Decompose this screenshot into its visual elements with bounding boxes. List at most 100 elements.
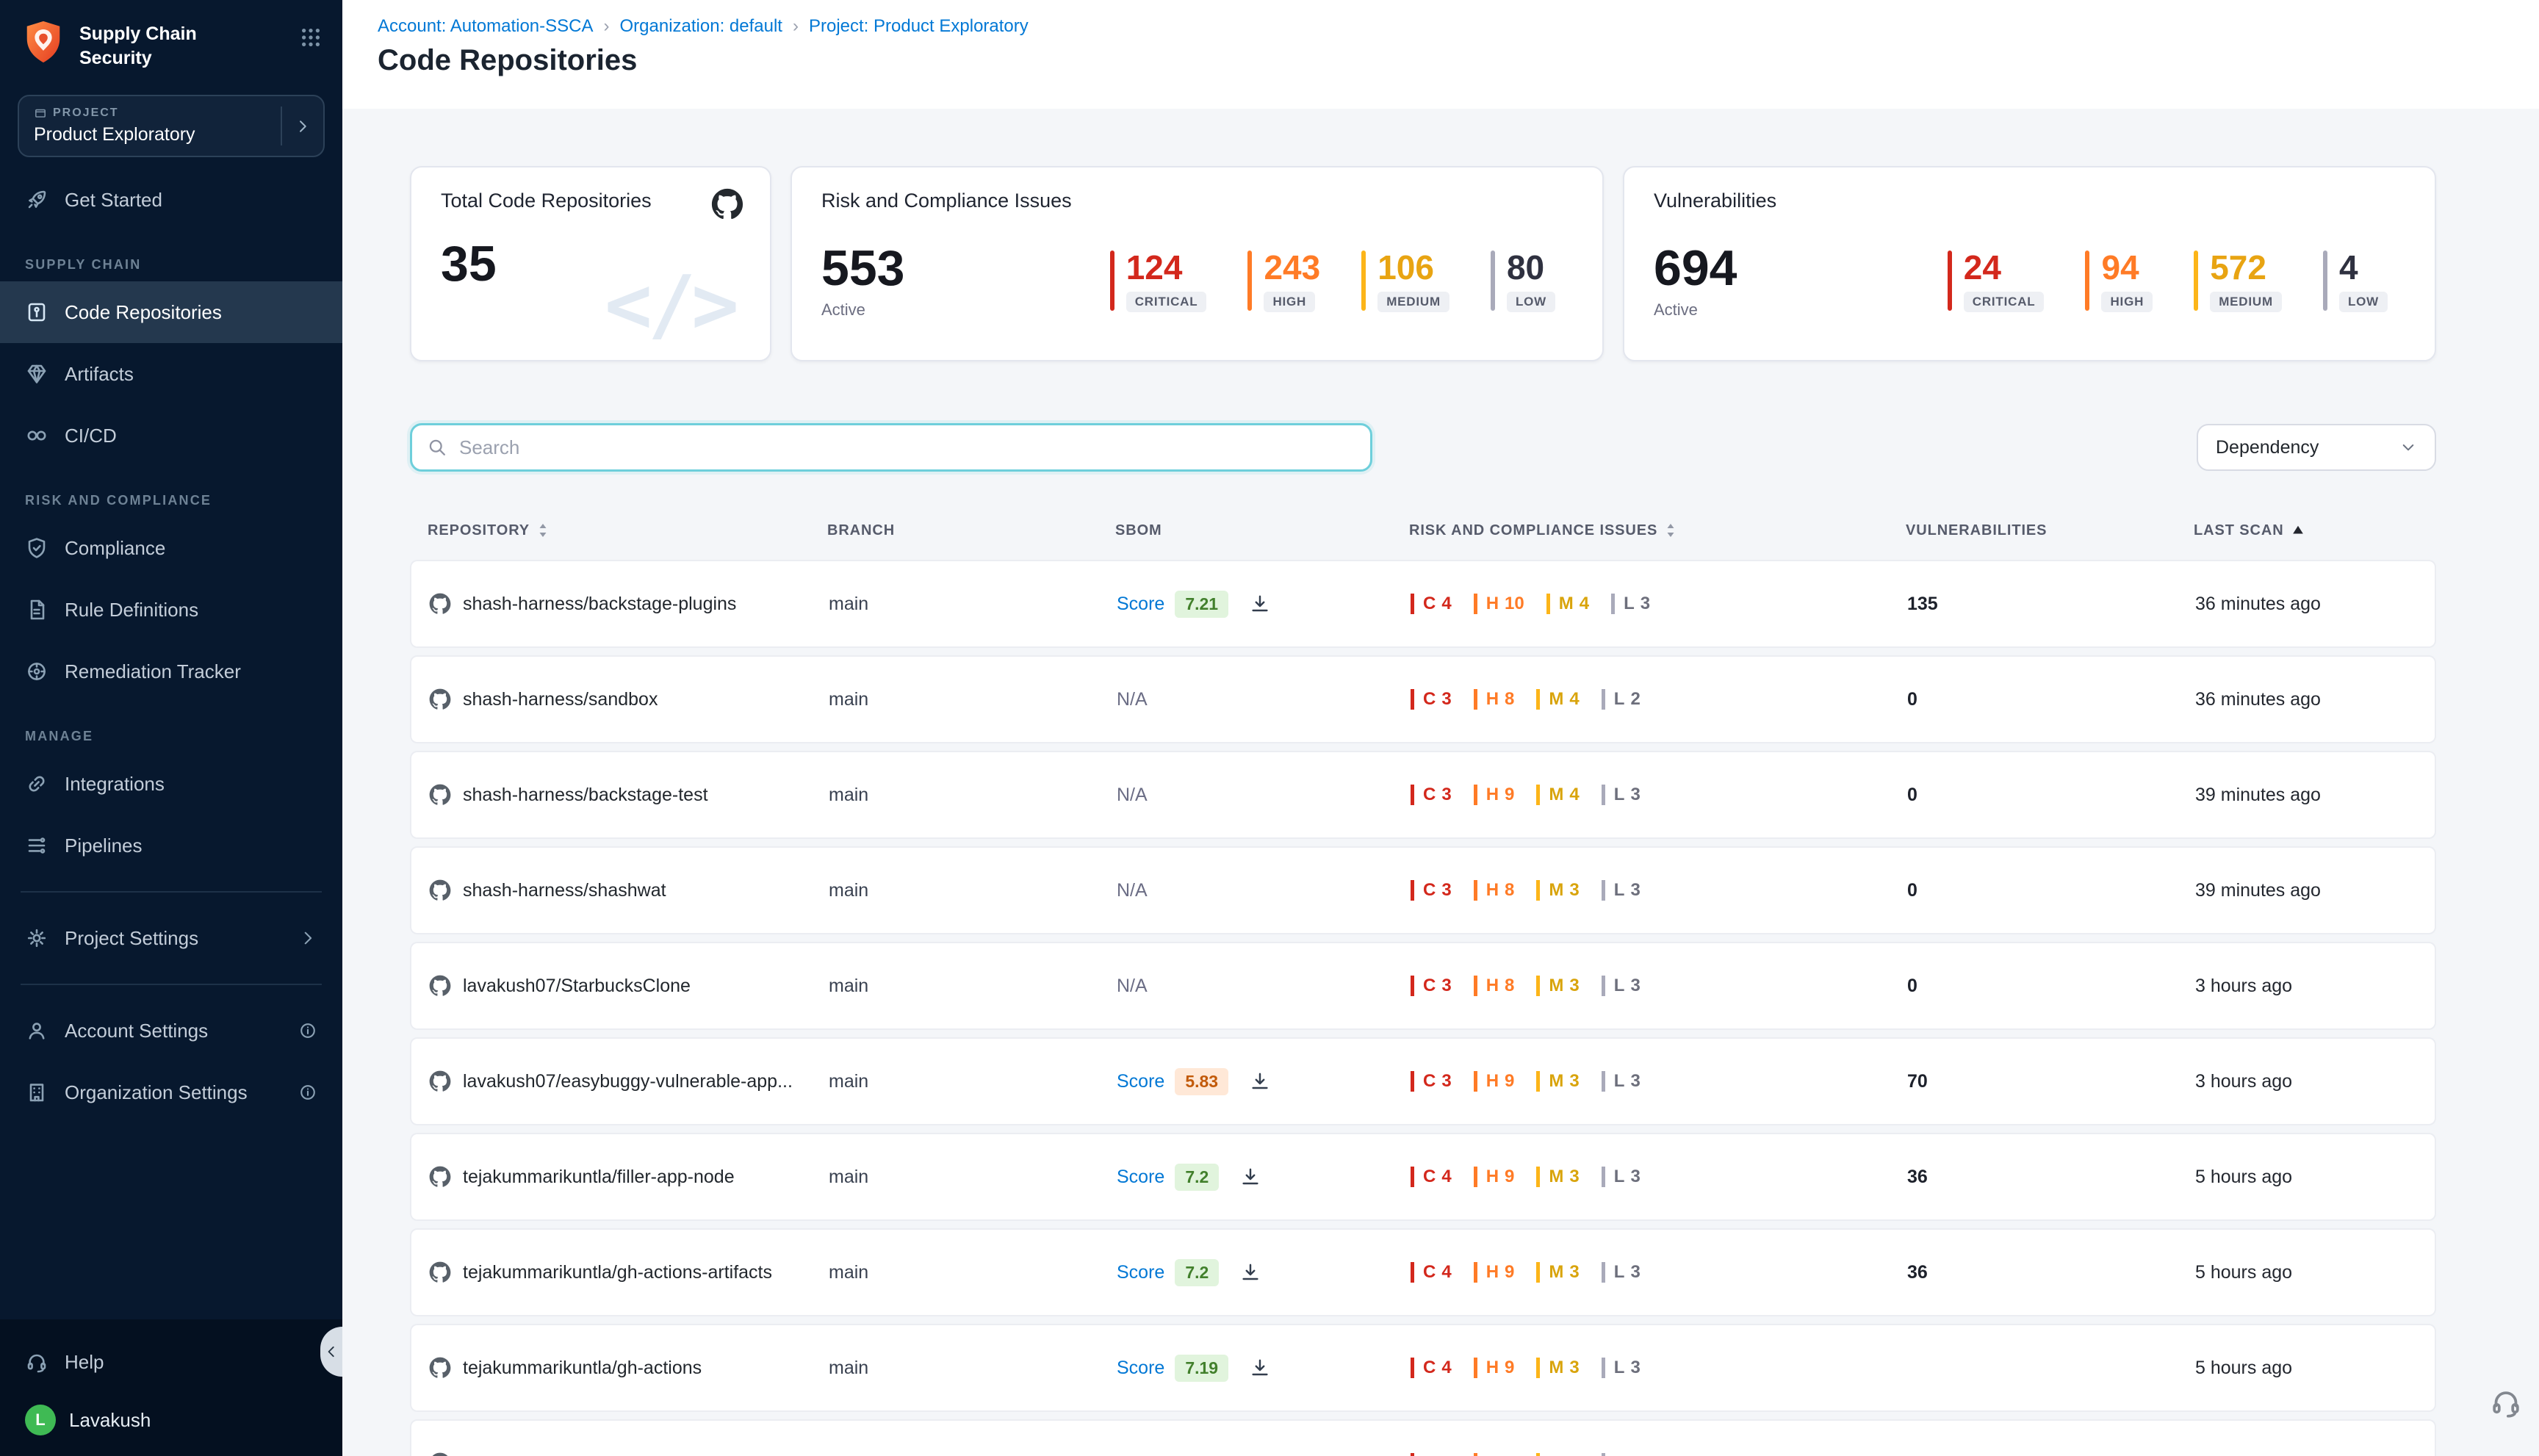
sbom-download-icon[interactable] — [1239, 1166, 1261, 1188]
sidebar-item-rule-definitions[interactable]: Rule Definitions — [0, 579, 342, 641]
repo-cell: lavakush07/easybuggy-vulnerable-app... — [429, 1070, 829, 1092]
org-icon — [25, 1081, 48, 1104]
card-risk-compliance: Risk and Compliance Issues 553 Active 12… — [790, 166, 1604, 361]
module-grid-icon[interactable] — [300, 26, 322, 48]
sbom-score-link[interactable]: Score — [1117, 1167, 1164, 1188]
sidebar-item-ci-cd[interactable]: CI/CD — [0, 405, 342, 466]
sidebar-item-organization-settings[interactable]: Organization Settings — [0, 1062, 342, 1123]
table-row[interactable]: shash-harness/backstage-plugins mainScore… — [410, 560, 2436, 648]
branch-cell: main — [829, 976, 1117, 997]
sidebar-item-compliance[interactable]: Compliance — [0, 517, 342, 579]
sbom-score-link[interactable]: Score — [1117, 1071, 1164, 1092]
table-row[interactable]: shash-harness/backstage-testmainN/AC3H9M… — [410, 751, 2436, 839]
stat-label: MEDIUM — [2210, 292, 2282, 312]
column-label: REPOSITORY — [428, 522, 530, 539]
table-row[interactable]: lavakush07/argocd-hub-spoke-demomainN/AC… — [410, 1419, 2436, 1456]
user-menu[interactable]: L Lavakush — [0, 1393, 342, 1441]
sidebar-item-remediation-tracker[interactable]: Remediation Tracker — [0, 641, 342, 702]
sidebar-item-artifacts[interactable]: Artifacts — [0, 343, 342, 405]
risk-cell: C3H8M4L2 — [1411, 689, 1907, 710]
table-row[interactable]: tejakummarikuntla/gh-actionsmainScore7.1… — [410, 1324, 2436, 1412]
severity-letter: C — [1423, 689, 1436, 710]
last-scan-cell: 5 hours ago — [2195, 1167, 2435, 1188]
risk-chip-l: L3 — [1602, 1167, 1641, 1188]
risk-chip-c: C3 — [1411, 1453, 1452, 1456]
avatar: L — [25, 1405, 56, 1435]
sbom-score-link[interactable]: Score — [1117, 594, 1164, 615]
last-scan-cell: 39 minutes ago — [2195, 880, 2435, 901]
severity-count: 3 — [1630, 880, 1640, 901]
severity-count: 9 — [1505, 785, 1514, 806]
repo-name: tejakummarikuntla/gh-actions — [463, 1358, 702, 1379]
sbom-cell: Score 7.21 — [1117, 591, 1411, 618]
chevron-down-icon — [2399, 439, 2417, 456]
sidebar-item-project-settings[interactable]: Project Settings — [0, 907, 342, 969]
sbom-download-icon[interactable] — [1249, 1357, 1271, 1379]
repo-name: lavakush07/argocd-hub-spoke-demo — [463, 1453, 761, 1456]
column-header-repository[interactable]: REPOSITORY — [428, 522, 827, 539]
breadcrumb-link[interactable]: Organization: default — [619, 16, 782, 37]
divider — [21, 984, 322, 985]
table-row[interactable]: tejakummarikuntla/gh-actions-artifactsma… — [410, 1228, 2436, 1316]
stat-bar — [1948, 251, 1952, 311]
sidebar-item-code-repositories[interactable]: Code Repositories — [0, 281, 342, 343]
sbom-cell: N/A — [1117, 976, 1411, 997]
github-icon — [711, 188, 743, 220]
last-scan-cell: 3 hours ago — [2195, 976, 2435, 997]
stat-label: CRITICAL — [1964, 292, 2045, 312]
project-chevron[interactable] — [281, 107, 323, 145]
severity-count: 9 — [1505, 1453, 1514, 1456]
table-row[interactable]: shash-harness/sandboxmainN/AC3H8M4L2036 … — [410, 655, 2436, 743]
sidebar-item-integrations[interactable]: Integrations — [0, 753, 342, 815]
sidebar-item-label: Integrations — [65, 773, 165, 796]
table-row[interactable]: tejakummarikuntla/filler-app-nodemainSco… — [410, 1133, 2436, 1221]
breadcrumb-link[interactable]: Project: Product Exploratory — [809, 16, 1029, 37]
table-row[interactable]: lavakush07/StarbucksClonemainN/AC3H8M3L3… — [410, 942, 2436, 1030]
search-input[interactable] — [459, 436, 1355, 459]
sidebar-item-get-started[interactable]: Get Started — [0, 169, 342, 231]
stat-body: 106MEDIUM — [1377, 251, 1449, 312]
sbom-score-link[interactable]: Score — [1117, 1262, 1164, 1283]
risk-chip-h: H9 — [1474, 1453, 1515, 1456]
cicd-icon — [25, 424, 48, 447]
vulnerabilities-cell: 70 — [1907, 1071, 2195, 1092]
severity-count: 3 — [1569, 1358, 1579, 1379]
branch-cell: main — [829, 1262, 1117, 1283]
severity-count: 3 — [1441, 785, 1451, 806]
repo-cell: lavakush07/StarbucksClone — [429, 975, 829, 997]
table-row[interactable]: shash-harness/shashwatmainN/AC3H8M3L3039… — [410, 846, 2436, 934]
sbom-score-link[interactable]: Score — [1117, 1358, 1164, 1379]
column-header-last-scan[interactable]: LAST SCAN — [2194, 522, 2436, 539]
dependency-filter-dropdown[interactable]: Dependency — [2197, 424, 2436, 471]
support-button[interactable] — [2489, 1385, 2523, 1419]
sbom-download-icon[interactable] — [1249, 593, 1271, 615]
severity-letter: C — [1423, 1167, 1436, 1188]
risk-cell: C3H9M4L3 — [1411, 1453, 1907, 1456]
breadcrumb-separator: › — [603, 16, 609, 37]
risk-chip-l: L3 — [1602, 1262, 1641, 1283]
repo-name: shash-harness/backstage-plugins — [463, 594, 736, 615]
severity-letter: M — [1549, 785, 1563, 806]
severity-letter: H — [1486, 1358, 1499, 1379]
count-block: 553 Active — [821, 243, 904, 320]
branch-cell: main — [829, 594, 1117, 615]
sbom-download-icon[interactable] — [1239, 1261, 1261, 1283]
severity-letter: L — [1614, 689, 1625, 710]
project-selector[interactable]: PROJECT Product Exploratory — [18, 95, 325, 157]
active-label: Active — [821, 300, 904, 320]
sidebar-item-help[interactable]: Help — [0, 1331, 342, 1393]
stat-bar — [1110, 251, 1114, 311]
last-scan-cell: 5 hours ago — [2195, 1358, 2435, 1379]
sbom-score-badge: 7.21 — [1175, 591, 1228, 618]
severity-count: 3 — [1630, 1262, 1640, 1283]
severity-letter: H — [1486, 689, 1499, 710]
sidebar-item-account-settings[interactable]: Account Settings — [0, 1000, 342, 1062]
table-row[interactable]: lavakush07/easybuggy-vulnerable-app...ma… — [410, 1037, 2436, 1125]
severity-letter: H — [1486, 594, 1499, 615]
severity-letter: C — [1423, 1071, 1436, 1092]
sidebar-item-pipelines[interactable]: Pipelines — [0, 815, 342, 876]
page-title: Code Repositories — [378, 44, 2504, 77]
column-header-risk-and-compliance-issues[interactable]: RISK AND COMPLIANCE ISSUES — [1409, 522, 1906, 539]
sbom-download-icon[interactable] — [1249, 1070, 1271, 1092]
breadcrumb-link[interactable]: Account: Automation-SSCA — [378, 16, 593, 37]
